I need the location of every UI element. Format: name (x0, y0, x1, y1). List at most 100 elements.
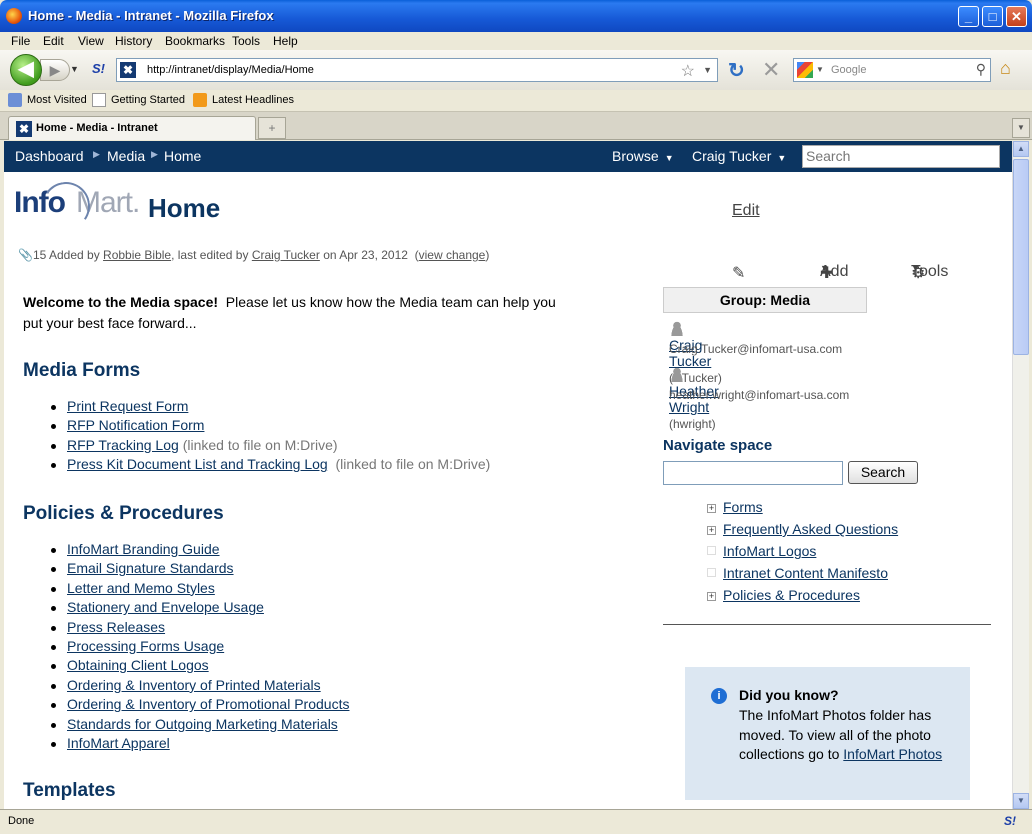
menu-file[interactable]: File (11, 34, 30, 48)
new-tab-button[interactable]: + (258, 117, 286, 139)
scroll-up-icon[interactable]: ▲ (1013, 141, 1029, 157)
pencil-icon: ✎ (732, 265, 746, 282)
expand-icon[interactable]: + (707, 504, 716, 513)
editor-link[interactable]: Craig Tucker (252, 248, 320, 262)
list-item: Press Releases (49, 618, 349, 637)
link-print-request-form[interactable]: Print Request Form (67, 398, 188, 414)
leaf-icon (707, 546, 716, 555)
browse-label[interactable]: Browse (612, 148, 659, 164)
welcome-text: Welcome to the Media space! Please let u… (23, 292, 623, 334)
minimize-button[interactable]: _ (958, 6, 979, 27)
link-rfp-notification-form[interactable]: RFP Notification Form (67, 417, 204, 433)
tree-link-content-manifesto[interactable]: Intranet Content Manifesto (723, 565, 888, 581)
attachment-count[interactable]: 15 (33, 248, 46, 262)
user-menu[interactable]: Craig Tucker ▼ (692, 148, 786, 164)
list-item: RFP Notification Form (49, 416, 490, 435)
menu-bookmarks[interactable]: Bookmarks (165, 34, 225, 48)
edit-date: on Apr 23, 2012 (323, 248, 408, 262)
welcome-bold: Welcome to the Media space! (23, 294, 219, 310)
page-metadata: 📎15 Added by Robbie Bible, last edited b… (18, 248, 490, 262)
bookmark-star-icon[interactable]: ☆ (681, 61, 695, 81)
menu-bar: File Edit View History Bookmarks Tools H… (0, 32, 1032, 50)
breadcrumb-dashboard[interactable]: Dashboard (15, 148, 84, 164)
menu-tools[interactable]: Tools (232, 34, 260, 48)
breadcrumb-home[interactable]: Home (164, 148, 201, 164)
tree-link-infomart-logos[interactable]: InfoMart Logos (723, 543, 816, 559)
author-link[interactable]: Robbie Bible (103, 248, 171, 262)
search-engine-dropdown-icon[interactable]: ▼ (816, 65, 824, 74)
user-name-label[interactable]: Craig Tucker (692, 148, 771, 164)
navigation-toolbar: ▶ ◀ ▼ S! ✖ http://intranet/display/Media… (0, 50, 1032, 90)
address-dropdown-icon[interactable]: ▼ (703, 65, 712, 75)
tab-home-media[interactable]: ✖ Home - Media - Intranet (8, 116, 256, 140)
stop-icon[interactable]: ✕ (762, 57, 780, 83)
welcome-line2: put your best face forward... (23, 315, 197, 331)
section-heading-media-forms: Media Forms (23, 360, 141, 381)
link-branding-guide[interactable]: InfoMart Branding Guide (67, 541, 220, 557)
link-obtaining-client-logos[interactable]: Obtaining Client Logos (67, 657, 209, 673)
home-icon[interactable]: ⌂ (1000, 58, 1011, 79)
bookmark-latest-headlines[interactable]: Latest Headlines (212, 94, 294, 106)
page-icon (92, 93, 106, 107)
menu-view[interactable]: View (78, 34, 104, 48)
link-infomart-apparel[interactable]: InfoMart Apparel (67, 735, 170, 751)
scroll-down-icon[interactable]: ▼ (1013, 793, 1029, 809)
attachment-icon[interactable]: 📎 (18, 248, 33, 262)
menu-history[interactable]: History (115, 34, 152, 48)
link-stationery-envelope-usage[interactable]: Stationery and Envelope Usage (67, 599, 264, 615)
edit-button[interactable]: ✎ Edit (732, 202, 760, 282)
history-dropdown-icon[interactable]: ▼ (70, 64, 79, 74)
list-item: Ordering & Inventory of Promotional Prod… (49, 695, 349, 714)
tip-body: The InfoMart Photos folder has moved. To… (739, 706, 954, 765)
search-icon[interactable]: ⚲ (976, 61, 986, 78)
scrollbar-thumb[interactable] (1013, 159, 1029, 355)
browser-search-placeholder[interactable]: Google (831, 64, 866, 76)
tree-link-policies[interactable]: Policies & Procedures (723, 587, 860, 603)
link-letter-memo-styles[interactable]: Letter and Memo Styles (67, 580, 215, 596)
navigate-search-input[interactable] (663, 461, 843, 485)
expand-icon[interactable]: + (707, 526, 716, 535)
view-change-link[interactable]: view change (419, 248, 486, 262)
bookmark-most-visited[interactable]: Most Visited (27, 94, 87, 106)
browse-menu[interactable]: Browse ▼ (612, 148, 674, 164)
menu-help[interactable]: Help (273, 34, 298, 48)
menu-edit[interactable]: Edit (43, 34, 64, 48)
vertical-scrollbar[interactable]: ▲ ▼ (1012, 141, 1029, 809)
site-favicon: ✖ (120, 62, 136, 78)
group-title: Group: Media (663, 287, 867, 313)
tab-list-dropdown-icon[interactable]: ▼ (1012, 118, 1030, 138)
chevron-down-icon: ▼ (911, 263, 920, 273)
link-rfp-tracking-log[interactable]: RFP Tracking Log (67, 437, 179, 453)
navigate-search-button[interactable]: Search (848, 461, 918, 484)
tab-bar: ✖ Home - Media - Intranet + ▼ (0, 112, 1032, 140)
chevron-down-icon: ▼ (664, 153, 674, 163)
site-search-input[interactable]: Search (802, 145, 1000, 168)
google-icon[interactable] (797, 62, 813, 78)
bookmark-getting-started[interactable]: Getting Started (111, 94, 185, 106)
close-button[interactable]: ✕ (1006, 6, 1027, 27)
expand-icon[interactable]: + (707, 592, 716, 601)
rss-feed-icon (193, 93, 207, 107)
link-ordering-promotional-products[interactable]: Ordering & Inventory of Promotional Prod… (67, 696, 349, 712)
reload-icon[interactable]: ↻ (728, 58, 745, 83)
infomart-photos-link[interactable]: InfoMart Photos (843, 746, 942, 762)
back-button[interactable]: ◀ (10, 54, 42, 86)
browser-search-box[interactable]: ▼ Google ⚲ (793, 58, 991, 82)
link-outgoing-marketing-standards[interactable]: Standards for Outgoing Marketing Materia… (67, 716, 338, 732)
maximize-button[interactable]: □ (982, 6, 1003, 27)
link-email-signature-standards[interactable]: Email Signature Standards (67, 560, 234, 576)
stumbleupon-status-icon[interactable]: S! (1004, 814, 1016, 828)
tree-link-forms[interactable]: Forms (723, 499, 763, 515)
address-bar[interactable]: ✖ http://intranet/display/Media/Home ☆ ▼ (116, 58, 718, 82)
link-press-kit-document-list[interactable]: Press Kit Document List and Tracking Log (67, 456, 328, 472)
tree-link-faq[interactable]: Frequently Asked Questions (723, 521, 898, 537)
breadcrumb-media[interactable]: Media (107, 148, 145, 164)
link-processing-forms-usage[interactable]: Processing Forms Usage (67, 638, 224, 654)
link-ordering-printed-materials[interactable]: Ordering & Inventory of Printed Material… (67, 677, 321, 693)
edited-by-prefix: , last edited by (171, 248, 249, 262)
stumbleupon-icon[interactable]: S! (92, 61, 105, 76)
edit-label[interactable]: Edit (732, 202, 760, 219)
address-url[interactable]: http://intranet/display/Media/Home (147, 64, 314, 76)
link-press-releases[interactable]: Press Releases (67, 619, 165, 635)
forward-button[interactable]: ▶ (40, 59, 70, 81)
